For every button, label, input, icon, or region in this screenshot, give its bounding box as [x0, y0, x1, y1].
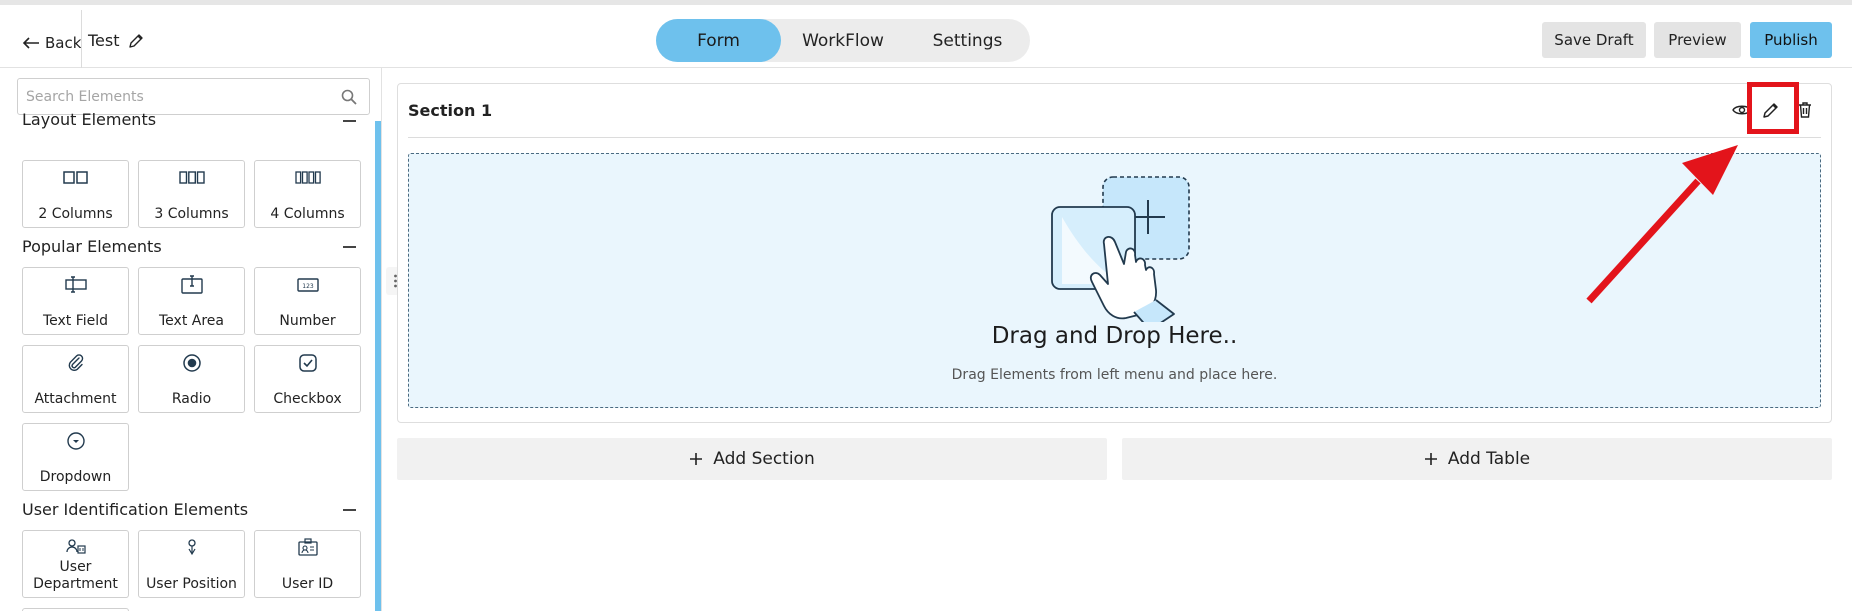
element-tile-checkbox[interactable]: Checkbox [254, 345, 361, 413]
dropdown-icon [66, 432, 85, 450]
collapse-popular-button[interactable] [343, 246, 356, 248]
search-input[interactable] [26, 85, 326, 109]
add-table-label: Add Table [1447, 449, 1531, 469]
tab-settings[interactable]: Settings [905, 19, 1030, 62]
element-tile-user-id[interactable]: User ID [254, 530, 361, 598]
element-tile-attachment[interactable]: Attachment [22, 345, 129, 413]
drop-zone-subtitle: Drag Elements from left menu and place h… [951, 367, 1278, 383]
checkbox-icon [298, 354, 317, 372]
collapse-layout-button[interactable] [343, 120, 356, 122]
add-section-button[interactable]: Add Section [397, 438, 1107, 480]
element-tile-4-columns[interactable]: 4 Columns [254, 160, 361, 228]
tile-label: Dropdown [39, 469, 112, 485]
form-title: Test [88, 31, 144, 50]
back-label: Back [45, 34, 82, 52]
text-area-icon [180, 275, 203, 294]
element-tile-text-area[interactable]: Text Area [138, 267, 245, 335]
element-tile-text-field[interactable]: Text Field [22, 267, 129, 335]
tile-label: User ID [281, 576, 334, 592]
paperclip-icon [68, 354, 83, 371]
section-title: Section 1 [408, 101, 493, 120]
tile-label: Text Field [42, 313, 109, 329]
tile-label: User Position [146, 576, 237, 592]
form-section: Section 1 Drag and Drop Here.. Drag Elem… [397, 83, 1832, 423]
element-tile-dropdown[interactable]: Dropdown [22, 423, 129, 491]
group-title-user-identification: User Identification Elements [22, 500, 249, 519]
save-draft-button[interactable]: Save Draft [1542, 22, 1646, 58]
four-columns-icon [294, 171, 321, 184]
tile-label: 4 Columns [270, 206, 345, 222]
two-columns-icon [62, 171, 88, 184]
three-columns-icon [178, 171, 205, 184]
user-position-icon [187, 539, 196, 556]
view-tabs: Form WorkFlow Settings [656, 19, 1030, 62]
form-name: Test [88, 31, 120, 50]
tile-label: Radio [171, 391, 212, 407]
tile-label: Checkbox [273, 391, 342, 407]
user-department-icon [65, 539, 86, 554]
tile-label: Text Area [159, 313, 224, 329]
drag-drop-illustration-icon [1051, 176, 1190, 322]
preview-button[interactable]: Preview [1654, 22, 1741, 58]
svg-text:123: 123 [302, 283, 314, 290]
tile-label: 3 Columns [154, 206, 229, 222]
element-tile-radio[interactable]: Radio [138, 345, 245, 413]
collapse-user-identification-button[interactable] [343, 509, 356, 511]
group-title-popular: Popular Elements [22, 237, 162, 256]
section-divider [408, 137, 1821, 138]
radio-icon [182, 354, 201, 372]
number-icon: 123 [296, 278, 319, 292]
publish-button[interactable]: Publish [1750, 22, 1832, 58]
tile-label: Attachment [34, 391, 117, 407]
add-section-label: Add Section [713, 449, 815, 469]
tab-form[interactable]: Form [656, 19, 781, 62]
plus-icon [1424, 453, 1437, 465]
elements-sidebar: Layout Elements 2 Columns 3 Columns 4 Co… [0, 68, 382, 611]
element-tile-3-columns[interactable]: 3 Columns [138, 160, 245, 228]
user-id-icon [297, 538, 318, 556]
back-button[interactable]: Back [22, 33, 81, 53]
tab-workflow[interactable]: WorkFlow [781, 19, 905, 62]
tile-label: Number [279, 313, 336, 329]
search-icon[interactable] [341, 89, 357, 105]
text-field-icon [64, 276, 87, 293]
add-table-button[interactable]: Add Table [1122, 438, 1832, 480]
header-divider [81, 10, 82, 72]
pencil-icon[interactable] [128, 33, 144, 49]
element-tile-user-department[interactable]: User Department [22, 530, 129, 598]
tile-label: User Department [33, 559, 118, 592]
drop-zone[interactable]: Drag and Drop Here.. Drag Elements from … [408, 153, 1821, 408]
group-title-layout: Layout Elements [22, 110, 157, 129]
top-bar: Back Test Form WorkFlow Settings Save Dr… [0, 0, 1852, 72]
element-tile-2-columns[interactable]: 2 Columns [22, 160, 129, 228]
plus-icon [690, 453, 703, 465]
arrow-left-icon [22, 37, 39, 49]
tile-label: 2 Columns [38, 206, 113, 222]
annotation-highlight-box [1747, 82, 1799, 134]
element-tile-number[interactable]: 123 Number [254, 267, 361, 335]
element-tile-user-position[interactable]: User Position [138, 530, 245, 598]
drop-zone-title: Drag and Drop Here.. [991, 323, 1238, 349]
